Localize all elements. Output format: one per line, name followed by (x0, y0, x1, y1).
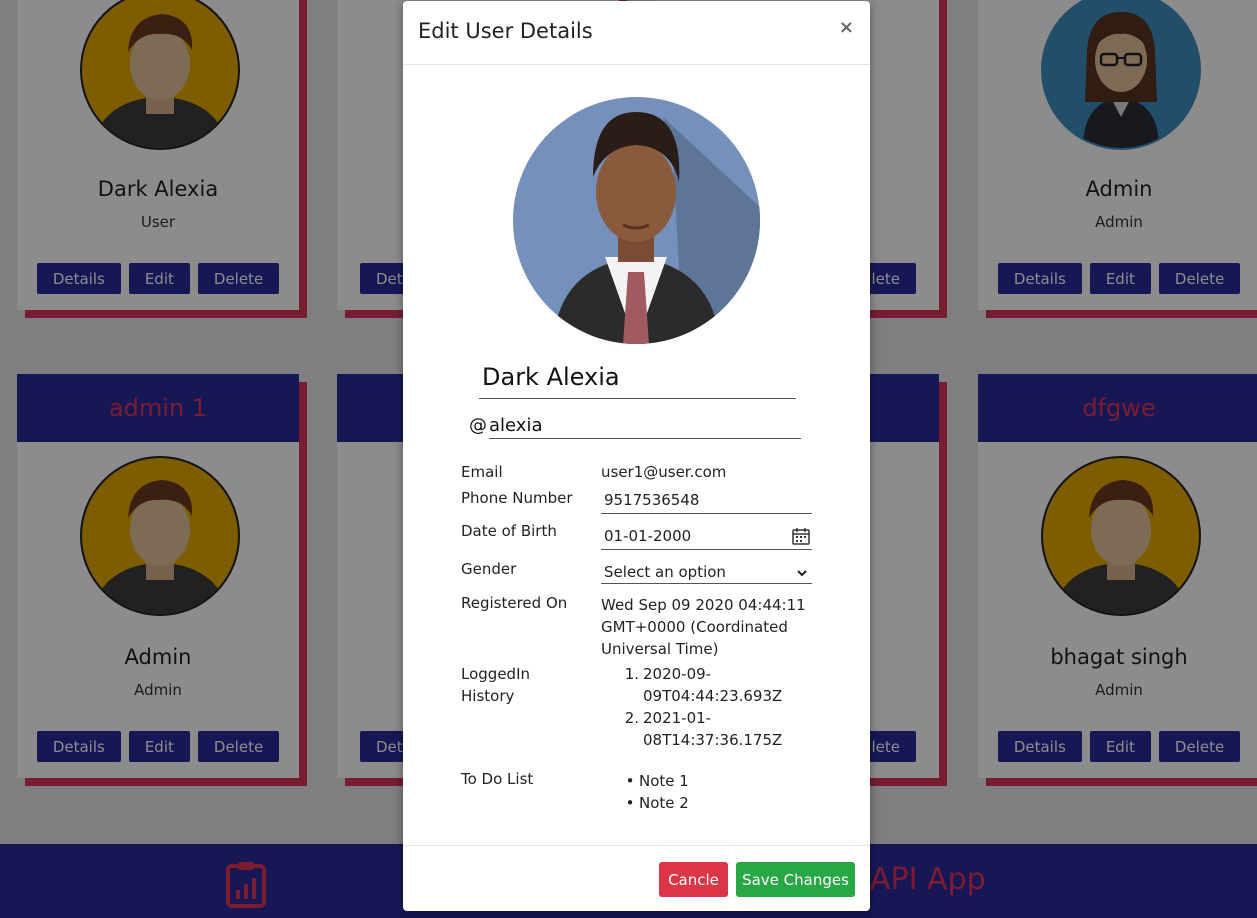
list-item: 2. 2021-01- 08T14:37:36.175Z (624, 709, 783, 749)
phone-input[interactable]: 9517536548 (601, 491, 812, 514)
cancel-button[interactable]: Cancle (659, 862, 728, 897)
dob-input[interactable]: 01-01-2000 (601, 527, 812, 550)
registered-line: Universal Time) (601, 640, 719, 658)
gender-select[interactable]: Select an option (601, 563, 812, 584)
calendar-icon[interactable] (792, 527, 810, 549)
dob-value: 01-01-2000 (604, 527, 692, 545)
registered-line: GMT+0000 (Coordinated (601, 618, 788, 636)
email-label: Email (461, 463, 503, 481)
list-item: • Note 1 (625, 772, 689, 790)
name-input[interactable]: Dark Alexia (479, 363, 796, 399)
modal-footer: Cancle Save Changes (403, 845, 870, 912)
todo-list: • Note 1 • Note 2 (621, 770, 689, 814)
email-value: user1@user.com (601, 463, 727, 481)
chevron-down-icon (796, 565, 808, 583)
list-item: • Note 2 (625, 794, 689, 812)
dob-label: Date of Birth (461, 522, 557, 540)
gender-selected-value: Select an option (604, 563, 726, 581)
edit-user-modal: Edit User Details × Dark Alexia @ alexia… (403, 1, 870, 911)
list-item: 1. 2020-09- 09T04:44:23.693Z (624, 665, 783, 705)
todo-label: To Do List (461, 770, 534, 788)
save-button[interactable]: Save Changes (736, 862, 855, 897)
businessman-avatar-icon (513, 97, 760, 344)
gender-label: Gender (461, 560, 517, 578)
phone-label: Phone Number (461, 489, 573, 507)
loggedin-label: LoggedIn History (461, 665, 530, 705)
loggedin-list: 1. 2020-09- 09T04:44:23.693Z 2. 2021-01- 0… (621, 663, 783, 751)
registered-line: Wed Sep 09 2020 04:44:11 (601, 596, 806, 614)
registered-value: Wed Sep 09 2020 04:44:11 GMT+0000 (Coord… (601, 594, 806, 660)
modal-title: Edit User Details (418, 19, 593, 43)
at-symbol: @ (469, 415, 487, 436)
username-input[interactable]: alexia (489, 415, 801, 439)
modal-header: Edit User Details × (403, 1, 870, 65)
registered-label: Registered On (461, 594, 568, 612)
close-icon[interactable]: × (839, 17, 854, 38)
